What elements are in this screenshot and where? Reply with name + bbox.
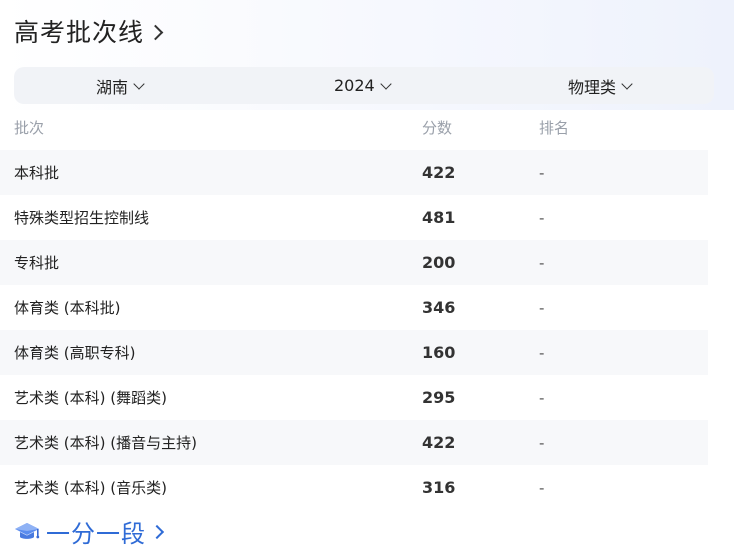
table-row: 艺术类 (本科) (音乐类) 316 - <box>0 465 708 510</box>
section-header[interactable]: 高考批次线 <box>14 14 164 48</box>
rank-cell: - <box>539 388 545 407</box>
score-cell: 422 <box>422 433 456 452</box>
batch-cell: 艺术类 (本科) (播音与主持) <box>14 434 197 452</box>
chevron-down-icon <box>380 77 392 90</box>
score-cell: 160 <box>422 343 456 362</box>
chevron-right-icon <box>149 524 165 540</box>
score-distribution-label: 一分一段 <box>46 519 146 548</box>
column-header-rank: 排名 <box>539 119 570 137</box>
batch-cell: 特殊类型招生控制线 <box>14 209 150 227</box>
rank-cell: - <box>539 343 545 362</box>
batch-cell: 艺术类 (本科) (舞蹈类) <box>14 389 167 407</box>
score-cell: 295 <box>422 388 456 407</box>
column-header-score: 分数 <box>422 119 453 137</box>
filter-bar: 湖南 2024 物理类 <box>14 67 714 104</box>
table-row: 艺术类 (本科) (播音与主持) 422 - <box>0 420 708 465</box>
table-row: 特殊类型招生控制线 481 - <box>0 195 708 240</box>
score-cell: 200 <box>422 253 456 272</box>
chevron-down-icon <box>133 77 145 90</box>
batch-cell: 专科批 <box>14 254 60 272</box>
rank-cell: - <box>539 298 545 317</box>
subject-dropdown[interactable]: 物理类 <box>568 67 633 104</box>
score-cell: 481 <box>422 208 456 227</box>
batch-cell: 艺术类 (本科) (音乐类) <box>14 479 167 497</box>
year-value: 2024 <box>334 76 375 95</box>
score-distribution-link[interactable]: 一分一段 <box>14 514 165 548</box>
chevron-down-icon <box>621 77 633 90</box>
score-table: 本科批 422 - 特殊类型招生控制线 481 - 专科批 200 - 体育类 … <box>0 150 734 510</box>
table-row: 本科批 422 - <box>0 150 708 195</box>
province-dropdown[interactable]: 湖南 <box>96 67 145 104</box>
graduation-cap-icon <box>15 523 40 539</box>
chevron-right-icon <box>147 24 164 40</box>
table-row: 体育类 (本科批) 346 - <box>0 285 708 330</box>
score-cell: 346 <box>422 298 456 317</box>
batch-cell: 体育类 (本科批) <box>14 299 121 317</box>
table-row: 体育类 (高职专科) 160 - <box>0 330 708 375</box>
province-value: 湖南 <box>96 77 129 97</box>
score-cell: 316 <box>422 478 456 497</box>
score-cell: 422 <box>422 163 456 182</box>
column-header-batch: 批次 <box>14 119 45 137</box>
score-line-card: 高考批次线 湖南 2024 物理类 批次 分数 排名 本科批 422 - 特殊类… <box>0 0 734 548</box>
batch-cell: 体育类 (高职专科) <box>14 344 136 362</box>
rank-cell: - <box>539 253 545 272</box>
rank-cell: - <box>539 433 545 452</box>
batch-cell: 本科批 <box>14 164 60 182</box>
rank-cell: - <box>539 478 545 497</box>
table-row: 艺术类 (本科) (舞蹈类) 295 - <box>0 375 708 420</box>
rank-cell: - <box>539 163 545 182</box>
year-dropdown[interactable]: 2024 <box>334 67 392 104</box>
subject-value: 物理类 <box>568 77 617 97</box>
section-title: 高考批次线 <box>14 18 145 47</box>
rank-cell: - <box>539 208 545 227</box>
table-row: 专科批 200 - <box>0 240 708 285</box>
